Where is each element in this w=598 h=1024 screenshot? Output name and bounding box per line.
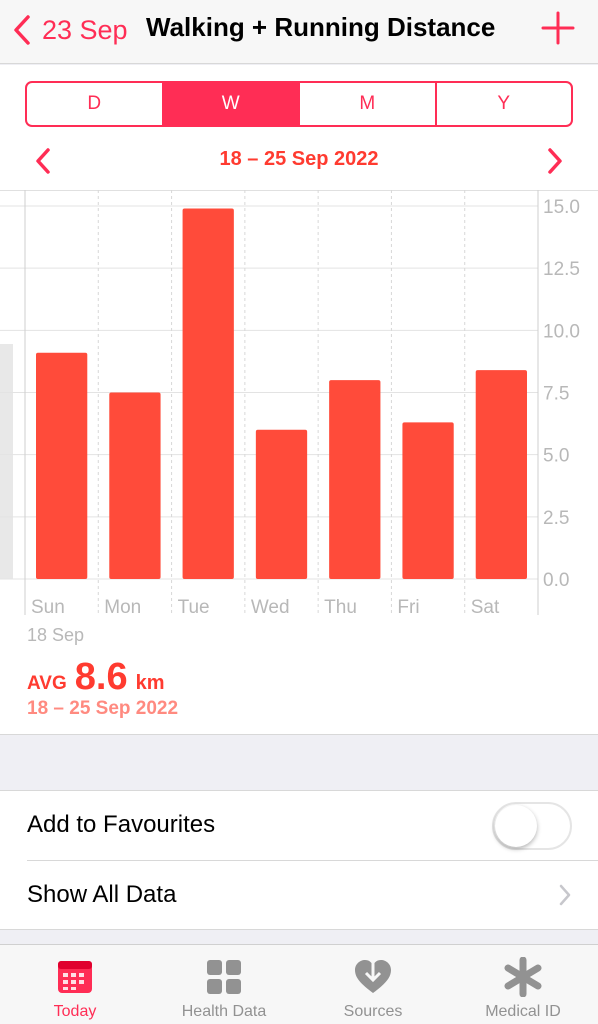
x-tick-label: Sun <box>31 597 65 618</box>
show-all-data-row[interactable]: Show All Data <box>0 861 598 930</box>
back-label: 23 Sep <box>42 14 128 45</box>
segment-week[interactable]: W <box>163 83 300 125</box>
toggle-knob <box>495 805 537 847</box>
date-range-label: 18 – 25 Sep 2022 <box>219 148 379 170</box>
summary-range: 18 – 25 Sep 2022 <box>27 698 179 719</box>
x-tick-label: Mon <box>104 597 141 618</box>
tab-health-data[interactable]: Health Data <box>149 945 299 1024</box>
tab-label: Medical ID <box>485 1003 561 1020</box>
back-button[interactable]: 23 Sep <box>12 10 128 50</box>
avg-unit: km <box>135 672 165 694</box>
y-tick-label: 5.0 <box>543 446 569 467</box>
bar-sat <box>475 370 527 579</box>
calendar-icon <box>58 961 92 993</box>
bar-fri <box>402 422 454 579</box>
add-icon[interactable] <box>540 10 576 46</box>
previous-week-bar <box>0 344 13 579</box>
next-period-icon[interactable] <box>544 146 566 176</box>
section-divider <box>0 734 598 735</box>
bar-sun <box>36 352 88 579</box>
tab-bar: Today Health Data Sources Medical ID <box>0 944 598 1024</box>
period-segmented-control: D W M Y <box>25 81 573 127</box>
chevron-left-icon <box>14 15 30 45</box>
heart-download-icon <box>355 960 391 993</box>
y-tick-label: 7.5 <box>543 384 569 405</box>
y-tick-label: 15.0 <box>543 197 580 218</box>
x-tick-label: Sat <box>471 597 500 618</box>
favourites-label: Add to Favourites <box>27 811 216 838</box>
favourites-toggle[interactable] <box>492 802 572 850</box>
asterisk-icon <box>504 957 542 997</box>
grid-icon <box>207 960 241 994</box>
average-summary: AVG 8.6 km <box>27 656 165 698</box>
avg-label: AVG <box>27 673 67 694</box>
y-tick-label: 2.5 <box>543 508 569 529</box>
x-tick-label: Tue <box>178 597 210 618</box>
distance-bar-chart[interactable]: Sun Mon Tue Wed Thu Fri Sat 15.0 12.5 10.0 7.5 5.0 2… <box>0 190 598 620</box>
tab-label: Health Data <box>181 1003 267 1020</box>
bar-mon <box>109 392 161 579</box>
segment-year[interactable]: Y <box>437 83 572 125</box>
navigation-bar: 23 Sep Walking + Running Distance <box>0 0 598 64</box>
chevron-right-icon <box>559 884 571 906</box>
bar-wed <box>255 429 308 579</box>
avg-value: 8.6 <box>74 656 128 698</box>
y-tick-label: 10.0 <box>543 321 580 342</box>
bar-thu <box>329 380 381 579</box>
show-all-data-label: Show All Data <box>27 881 177 908</box>
tab-today[interactable]: Today <box>0 945 150 1024</box>
y-tick-label: 0.0 <box>543 570 569 591</box>
page-title: Walking + Running Distance <box>146 12 496 42</box>
bar-tue <box>182 208 234 579</box>
tab-label: Sources <box>343 1003 403 1020</box>
segment-day[interactable]: D <box>27 83 164 125</box>
tab-label: Today <box>53 1003 97 1020</box>
x-tick-label: Fri <box>397 597 419 618</box>
x-tick-label: Thu <box>324 597 357 618</box>
x-tick-label: Wed <box>251 597 290 618</box>
segment-month[interactable]: M <box>300 83 437 125</box>
settings-group: Add to Favourites Show All Data <box>0 790 598 930</box>
selected-date: 18 Sep <box>27 625 85 645</box>
tab-sources[interactable]: Sources <box>298 945 448 1024</box>
favourites-row: Add to Favourites <box>0 791 598 860</box>
y-tick-label: 12.5 <box>543 259 580 280</box>
tab-medical-id[interactable]: Medical ID <box>448 945 598 1024</box>
